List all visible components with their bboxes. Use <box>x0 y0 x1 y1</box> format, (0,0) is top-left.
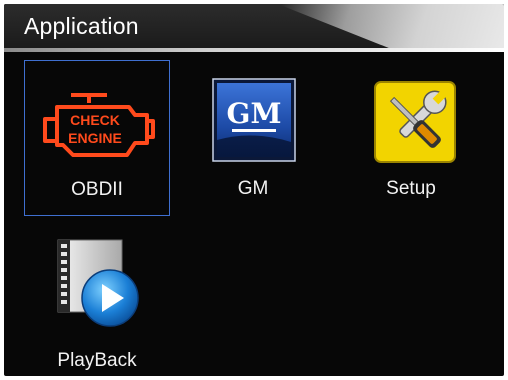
menu-item-gm[interactable]: GM GM <box>180 60 326 216</box>
menu-item-playback[interactable]: PlayBack <box>24 230 170 376</box>
svg-text:CHECK: CHECK <box>70 112 120 128</box>
gm-logo-icon: GM <box>212 78 296 162</box>
menu-item-label: PlayBack <box>57 350 137 371</box>
title-divider <box>4 48 504 52</box>
menu-item-label: Setup <box>386 178 436 199</box>
tools-icon <box>374 81 456 163</box>
menu-item-obdii[interactable]: CHECK ENGINE OBDII <box>24 60 170 216</box>
page-title: Application <box>24 13 139 39</box>
menu-item-label: OBDII <box>71 179 123 200</box>
check-engine-icon: CHECK ENGINE <box>43 93 155 157</box>
playback-film-icon <box>57 239 139 327</box>
title-bar-glare <box>277 4 504 50</box>
title-bar: Application <box>4 4 504 50</box>
menu-item-setup[interactable]: Setup <box>338 60 484 216</box>
application-screen: Application CHECK ENGINE OBDII GM GM Set… <box>4 4 504 376</box>
svg-text:GM: GM <box>227 97 282 130</box>
menu-item-label: GM <box>237 178 269 199</box>
svg-text:ENGINE: ENGINE <box>68 130 122 146</box>
